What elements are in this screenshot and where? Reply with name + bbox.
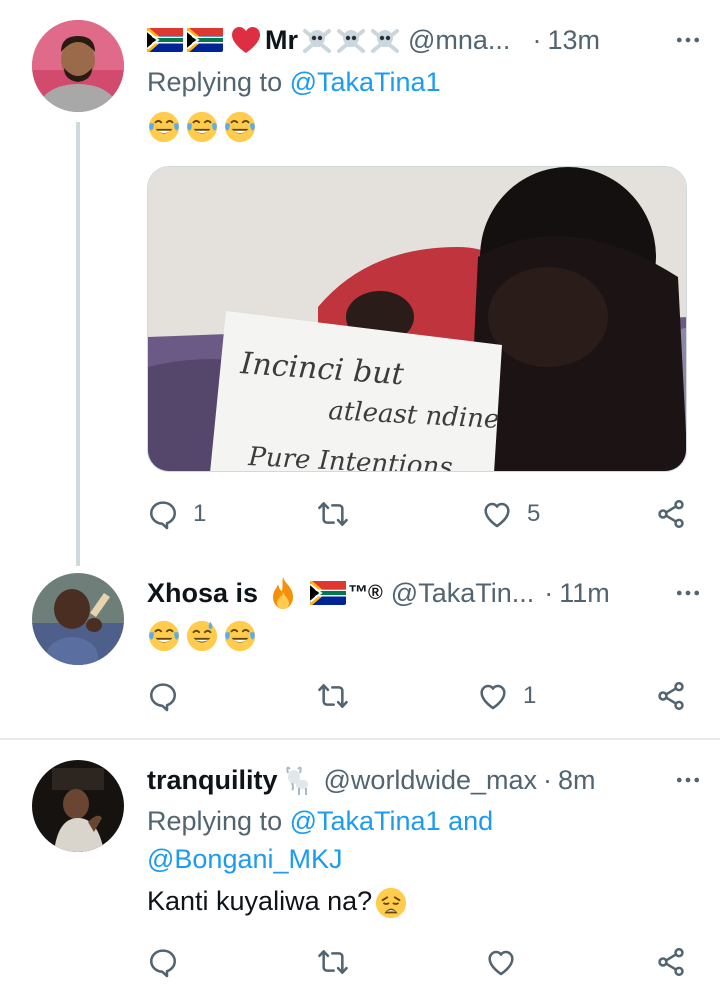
display-name[interactable]: Xhosa is <box>147 578 258 609</box>
like-icon <box>485 946 517 978</box>
user-handle[interactable]: @TakaTin... <box>391 578 534 609</box>
share-button[interactable] <box>655 940 687 984</box>
face-with-tears-of-joy-icon <box>147 110 181 144</box>
fire-icon <box>268 576 298 610</box>
retweet-button[interactable] <box>317 940 349 984</box>
retweet-icon <box>317 498 349 530</box>
reply-count: 1 <box>193 500 207 527</box>
tweet-text: Kanti kuyaliwa na? <box>147 882 412 920</box>
avatar-image <box>32 20 124 112</box>
name-suffix: ™® <box>348 581 383 604</box>
more-button[interactable] <box>670 758 706 802</box>
timestamp[interactable]: 11m <box>559 578 610 609</box>
like-icon <box>477 680 509 712</box>
retweet-button[interactable] <box>317 674 363 718</box>
like-button[interactable]: 5 <box>481 492 540 536</box>
share-icon <box>655 680 687 712</box>
reply-button[interactable] <box>147 940 179 984</box>
goat-icon <box>280 763 314 797</box>
thread-line <box>76 122 80 566</box>
share-button[interactable] <box>655 674 687 718</box>
tweet-actions <box>147 940 696 984</box>
reply-icon <box>147 680 179 712</box>
replying-to-prefix: Replying to <box>147 67 283 97</box>
tweet-emojis <box>147 106 261 144</box>
reply-icon <box>147 946 179 978</box>
weary-face-icon <box>374 886 408 920</box>
timestamp[interactable]: 13m <box>547 25 600 56</box>
tweet-actions: 1 <box>147 674 696 718</box>
timestamp[interactable]: 8m <box>558 765 596 796</box>
display-name[interactable]: tranquility <box>147 765 278 796</box>
like-button[interactable]: 1 <box>477 674 536 718</box>
mention-link[interactable]: @TakaTina1 and <box>290 806 494 836</box>
media-photo: Incinci but atleast ndine Pure Intention… <box>148 167 686 471</box>
tweet-text-content: Kanti kuyaliwa na? <box>147 886 373 916</box>
tweet-header: Mr @mna... · 13m <box>147 18 700 62</box>
replying-to-prefix: Replying to <box>147 806 283 836</box>
mention-link[interactable]: @TakaTina1 <box>290 67 441 97</box>
separator-dot: · <box>543 764 552 795</box>
heart-icon <box>231 26 261 54</box>
tweet-3[interactable]: tranquility @worldwide_max · 8m Replying… <box>0 740 720 984</box>
grinning-face-with-sweat-icon <box>185 619 219 653</box>
retweet-button[interactable] <box>317 492 363 536</box>
reply-button[interactable] <box>147 674 193 718</box>
more-icon <box>673 25 703 55</box>
tweet-header: Xhosa is ™® @TakaTin... · 11m <box>147 571 700 615</box>
avatar[interactable] <box>32 573 124 665</box>
separator-dot: · <box>532 24 542 55</box>
share-icon <box>655 946 687 978</box>
more-button[interactable] <box>670 18 706 62</box>
face-with-tears-of-joy-icon <box>223 110 257 144</box>
flag-icon <box>187 28 223 52</box>
more-icon <box>673 578 703 608</box>
avatar-image <box>32 760 124 852</box>
retweet-icon <box>317 680 349 712</box>
reply-button[interactable]: 1 <box>147 492 206 536</box>
like-count: 5 <box>527 500 541 527</box>
like-button[interactable] <box>485 940 517 984</box>
avatar-image <box>32 573 124 665</box>
more-icon <box>673 765 703 795</box>
tweet-actions: 1 5 <box>147 492 696 536</box>
like-count: 1 <box>523 682 537 709</box>
face-with-tears-of-joy-icon <box>223 619 257 653</box>
user-handle[interactable]: @worldwide_max <box>324 765 537 796</box>
skull-crossbones-icon <box>336 25 366 55</box>
share-icon <box>655 498 687 530</box>
avatar[interactable] <box>32 20 124 112</box>
tweet-media[interactable]: Incinci but atleast ndine Pure Intention… <box>147 166 687 472</box>
replying-to: Replying to @TakaTina1 and @Bongani_MKJ <box>147 802 493 878</box>
replying-to: Replying to @TakaTina1 <box>147 63 441 101</box>
tweet-emojis <box>147 615 261 653</box>
skull-crossbones-icon <box>370 25 400 55</box>
share-button[interactable] <box>655 492 687 536</box>
skull-crossbones-icon <box>302 25 332 55</box>
retweet-icon <box>317 946 349 978</box>
reply-icon <box>147 498 179 530</box>
avatar[interactable] <box>32 760 124 852</box>
tweet-2[interactable]: Xhosa is ™® @TakaTin... · 11m 1 <box>0 560 720 738</box>
flag-icon <box>310 581 346 605</box>
flag-icon <box>147 28 183 52</box>
display-name[interactable]: Mr <box>265 25 298 56</box>
like-icon <box>481 498 513 530</box>
user-handle[interactable]: @mna... <box>408 25 510 56</box>
tweet-1[interactable]: Mr @mna... · 13m Replying to @TakaTina1 <box>0 0 720 566</box>
separator-dot: · <box>544 577 554 608</box>
tweet-header: tranquility @worldwide_max · 8m <box>147 758 700 802</box>
face-with-tears-of-joy-icon <box>185 110 219 144</box>
mention-link[interactable]: @Bongani_MKJ <box>147 844 343 874</box>
face-with-tears-of-joy-icon <box>147 619 181 653</box>
more-button[interactable] <box>670 571 706 615</box>
